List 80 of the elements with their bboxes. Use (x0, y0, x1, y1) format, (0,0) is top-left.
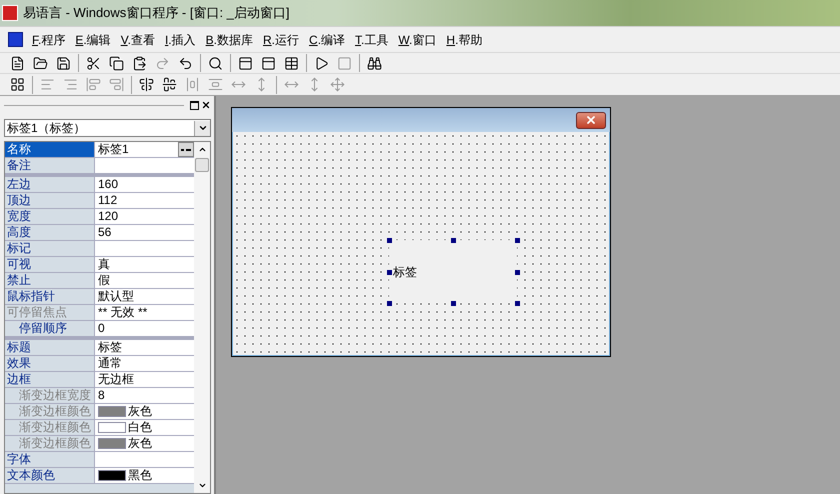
menu-item[interactable]: I.插入 (164, 30, 197, 48)
property-value: 真 (98, 257, 110, 272)
menu-item[interactable]: W.窗口 (397, 30, 438, 48)
scroll-thumb[interactable] (195, 158, 209, 172)
resize-handle[interactable] (451, 238, 456, 243)
label-text: 标签 (393, 264, 417, 280)
property-value: 160 (98, 177, 118, 192)
menu-item[interactable]: C.编译 (308, 30, 346, 48)
value-cell[interactable]: 标签 (95, 340, 194, 355)
value-cell[interactable]: 默认型 (95, 289, 194, 304)
property-name[interactable]: 鼠标指针 (5, 289, 95, 304)
resize-handle[interactable] (387, 238, 392, 243)
menu-item[interactable]: B.数据库 (204, 30, 254, 48)
resize-handle[interactable] (515, 238, 520, 243)
property-name[interactable]: 字体 (5, 452, 95, 467)
property-name[interactable]: 边框 (5, 372, 95, 387)
resize-handle[interactable] (451, 301, 456, 306)
property-value: 标签 (98, 340, 122, 355)
property-value: 通常 (98, 356, 122, 371)
value-cell[interactable]: 标签1 (95, 142, 194, 157)
scroll-up-icon[interactable] (198, 145, 206, 154)
value-cell[interactable]: 黑色 (95, 468, 194, 483)
property-value: 56 (98, 225, 112, 240)
value-cell[interactable]: 120 (95, 209, 194, 224)
property-name[interactable]: 顶边 (5, 193, 95, 208)
scrollbar[interactable] (194, 142, 210, 493)
value-cell[interactable]: 通常 (95, 356, 194, 371)
app-icon (2, 5, 18, 21)
menu-item[interactable]: V.查看 (120, 30, 156, 48)
property-name[interactable]: 高度 (5, 225, 95, 240)
resize-handle[interactable] (515, 270, 520, 274)
value-cell[interactable]: 112 (95, 193, 194, 208)
value-cell[interactable]: 真 (95, 257, 194, 272)
property-value: 灰色 (128, 404, 152, 419)
window-title: 易语言 - Windows窗口程序 - [窗口: _启动窗口] (23, 4, 290, 22)
property-name[interactable]: 文本颜色 (5, 468, 95, 483)
property-value: 无边框 (98, 372, 134, 387)
value-cell[interactable]: 160 (95, 177, 194, 192)
property-value: 假 (98, 273, 110, 288)
menu-item[interactable]: R.运行 (262, 30, 300, 48)
value-cell[interactable] (95, 241, 194, 256)
property-name[interactable]: 禁止 (5, 273, 95, 288)
menu-item[interactable]: E.编辑 (74, 30, 112, 48)
property-value: 8 (98, 388, 105, 403)
menu-item[interactable]: F.程序 (31, 30, 66, 48)
object-dropdown[interactable]: 标签1（标签） (4, 119, 211, 137)
resize-handle[interactable] (387, 301, 392, 306)
property-name[interactable]: 标记 (5, 241, 95, 256)
menu-logo-icon (8, 32, 23, 47)
value-cell[interactable]: 假 (95, 273, 194, 288)
close-icon (585, 114, 597, 126)
ellipsis-button[interactable] (178, 142, 194, 157)
scroll-down-icon[interactable] (198, 481, 206, 490)
property-value: 112 (98, 193, 118, 208)
property-value: 灰色 (128, 436, 152, 451)
value-cell[interactable] (95, 158, 194, 173)
menu-item[interactable]: T.工具 (354, 30, 390, 48)
property-name[interactable]: 备注 (5, 158, 95, 173)
menu-item[interactable]: H.帮助 (445, 30, 484, 48)
property-value: 白色 (128, 420, 152, 435)
maximize-icon[interactable] (190, 100, 199, 110)
resize-handle[interactable] (387, 270, 392, 274)
property-name[interactable]: 效果 (5, 356, 95, 371)
value-cell[interactable]: 56 (95, 225, 194, 240)
property-value: 默认型 (98, 289, 134, 304)
value-cell[interactable] (95, 452, 194, 467)
property-value: ** 无效 ** (98, 305, 148, 320)
property-name[interactable]: 宽度 (5, 209, 95, 224)
property-value: 标签1 (98, 142, 129, 157)
close-icon[interactable] (201, 100, 211, 110)
property-value: 黑色 (128, 468, 152, 483)
property-name[interactable]: 标题 (5, 340, 95, 355)
resize-handle[interactable] (515, 301, 520, 306)
property-name[interactable]: 左边 (5, 177, 95, 192)
close-button[interactable] (576, 112, 606, 128)
property-value: 0 (98, 321, 105, 336)
property-name[interactable]: 名称 (5, 142, 95, 157)
value-cell[interactable]: 无边框 (95, 372, 194, 387)
property-value: 120 (98, 209, 118, 224)
property-name[interactable]: 可视 (5, 257, 95, 272)
